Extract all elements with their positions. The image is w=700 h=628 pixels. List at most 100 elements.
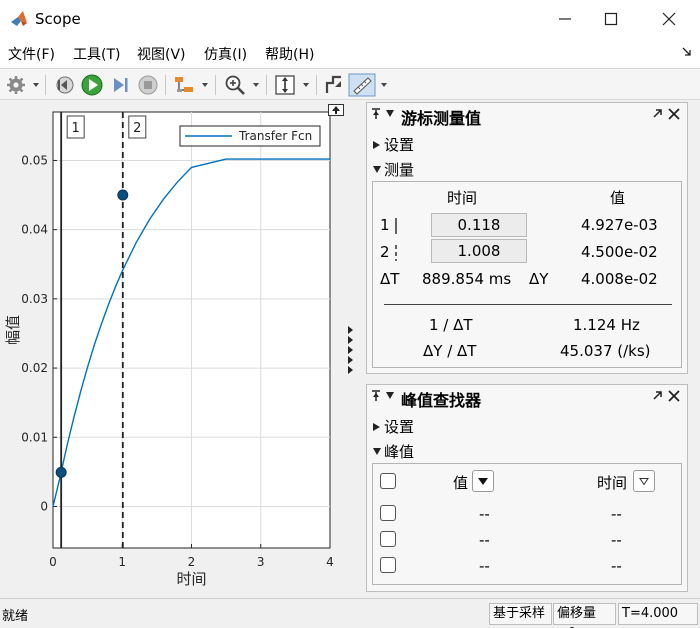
delta-y-label: ΔY: [529, 270, 549, 288]
peak-value: --: [479, 531, 490, 549]
panel-title: 游标测量值: [401, 109, 482, 128]
minimize-button[interactable]: [542, 0, 588, 38]
toolbar-separator: [45, 75, 46, 95]
stop-icon[interactable]: [137, 73, 159, 97]
cursor-measurements-panel: 游标测量值 设置 测量 时间 值 1 0.118 4.927e-03 2 1.0…: [366, 102, 688, 374]
chevron-down-icon[interactable]: [381, 83, 387, 87]
measurements-section[interactable]: 测量: [373, 159, 414, 180]
delta-y-value: 4.008e-02: [581, 270, 658, 288]
sample-based-indicator: 基于采样: [489, 603, 552, 625]
x-tick-label: 1: [118, 555, 126, 569]
panel-title: 峰值查找器: [401, 391, 482, 410]
collapse-panel-icon[interactable]: [386, 392, 394, 399]
close-icon[interactable]: [668, 108, 680, 120]
solid-cursor-icon: [395, 218, 397, 234]
col-header-time: 时间: [597, 474, 628, 492]
zoom-icon[interactable]: [223, 73, 247, 97]
chevron-down-icon[interactable]: [202, 83, 208, 87]
menu-help[interactable]: 帮助(H): [265, 44, 314, 64]
measurements-label: 测量: [384, 161, 415, 179]
cursor-icon[interactable]: [323, 73, 345, 97]
cursor-2-time-field[interactable]: 1.008: [431, 239, 527, 263]
chevron-down-icon[interactable]: [33, 83, 39, 87]
maximize-button[interactable]: [588, 0, 634, 38]
plot-area[interactable]: 0 1 2 3 4 0 0.01 0.02 0.03 0.04 0.05 时间 幅值 1 2 Transfer…: [0, 102, 358, 596]
toolbar: [0, 68, 700, 100]
time-sort-button[interactable]: [633, 470, 655, 492]
autoscale-icon[interactable]: [273, 73, 297, 97]
peaks-table: 值 时间 -- -- -- -- -- --: [372, 463, 682, 585]
delta-t-value: 889.854 ms: [422, 270, 512, 288]
undock-panel-icon[interactable]: [653, 390, 663, 400]
scope-plot[interactable]: 0 1 2 3 4 0 0.01 0.02 0.03 0.04 0.05 时间 幅值 1 2 Transfer…: [0, 102, 358, 596]
select-all-checkbox[interactable]: [380, 473, 396, 489]
title-bar: Scope: [0, 0, 700, 38]
cursor-row-index: 1: [380, 216, 390, 234]
y-tick-label: 0.01: [21, 430, 48, 444]
y-tick-label: 0.02: [21, 361, 48, 375]
slope-label: ΔY / ΔT: [423, 342, 477, 360]
chevron-down-icon[interactable]: [303, 83, 309, 87]
close-button[interactable]: [646, 0, 692, 38]
y-tick-label: 0.04: [21, 223, 48, 237]
settings-section[interactable]: 设置: [373, 134, 414, 155]
peak-row-checkbox[interactable]: [380, 557, 396, 573]
dashed-cursor-icon: [395, 245, 397, 261]
settings-section[interactable]: 设置: [373, 416, 414, 437]
menu-tools[interactable]: 工具(T): [73, 44, 120, 64]
undock-plot-icon[interactable]: [328, 104, 344, 116]
menu-simulation[interactable]: 仿真(I): [204, 44, 247, 64]
window-title: Scope: [35, 10, 81, 28]
close-icon: [662, 12, 676, 26]
pin-icon[interactable]: [371, 390, 381, 402]
y-tick-label: 0.05: [21, 153, 48, 167]
close-icon[interactable]: [668, 390, 680, 402]
collapse-panel-icon[interactable]: [386, 110, 394, 117]
x-tick-label: 2: [188, 555, 196, 569]
cursor-row-index: 2: [380, 243, 390, 261]
expand-icon: [373, 423, 380, 431]
undock-arrow-icon[interactable]: [682, 47, 692, 57]
peak-row-checkbox[interactable]: [380, 505, 396, 521]
cursor-1-time-field[interactable]: 0.118: [431, 213, 527, 237]
pin-icon[interactable]: [371, 108, 381, 120]
x-tick-label: 4: [326, 555, 334, 569]
col-header-time: 时间: [447, 189, 478, 207]
step-forward-icon[interactable]: [109, 73, 131, 97]
expand-icon: [373, 141, 380, 149]
toolbar-separator: [316, 75, 317, 95]
col-header-value: 值: [453, 474, 469, 492]
gear-icon[interactable]: [5, 73, 27, 97]
menu-file[interactable]: 文件(F): [8, 44, 55, 64]
minimize-icon: [559, 18, 571, 20]
undock-panel-icon[interactable]: [653, 108, 663, 118]
peaks-label: 峰值: [384, 443, 415, 461]
step-back-icon[interactable]: [53, 73, 75, 97]
run-icon[interactable]: [80, 73, 104, 97]
toolbar-separator: [266, 75, 267, 95]
toolbar-separator: [215, 75, 216, 95]
cursor-1-value: 4.927e-03: [581, 216, 658, 234]
peak-time: --: [611, 505, 622, 523]
collapse-icon: [373, 166, 381, 173]
chevron-down-icon[interactable]: [253, 83, 259, 87]
menu-view[interactable]: 视图(V): [137, 44, 186, 64]
collapse-icon: [373, 448, 381, 455]
x-axis-label: 时间: [176, 570, 206, 588]
measure-icon[interactable]: [348, 73, 376, 97]
peak-value: --: [479, 557, 490, 575]
highlight-icon[interactable]: [172, 73, 196, 97]
panel-header: 游标测量值: [367, 103, 687, 128]
splitter-arrows-icon[interactable]: [346, 326, 356, 376]
value-sort-button[interactable]: [472, 470, 494, 492]
slope-value: 45.037 (/ks): [560, 342, 651, 360]
delta-t-label: ΔT: [380, 270, 400, 288]
peak-value: --: [479, 505, 490, 523]
col-header-value: 值: [610, 189, 626, 207]
peak-row-checkbox[interactable]: [380, 531, 396, 547]
peaks-section[interactable]: 峰值: [373, 441, 414, 462]
cursor-2-marker[interactable]: [117, 189, 129, 201]
offset-indicator: 偏移量=0: [553, 603, 616, 628]
menu-bar: 文件(F) 工具(T) 视图(V) 仿真(I) 帮助(H): [0, 38, 700, 68]
cursor-1-marker[interactable]: [55, 466, 67, 478]
